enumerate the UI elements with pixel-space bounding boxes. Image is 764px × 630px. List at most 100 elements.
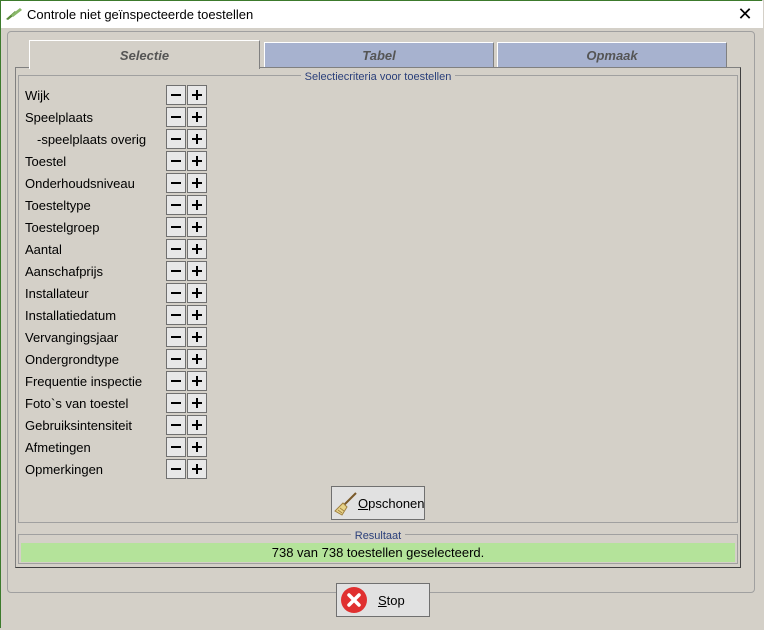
remove-criterion-button[interactable] bbox=[166, 261, 186, 281]
criteria-label: Installateur bbox=[25, 286, 89, 301]
criteria-row: Installateur bbox=[25, 282, 225, 304]
criteria-row: Aanschafprijs bbox=[25, 260, 225, 282]
criteria-row: Gebruiksintensiteit bbox=[25, 414, 225, 436]
criteria-row: Installatiedatum bbox=[25, 304, 225, 326]
tab-label: Tabel bbox=[362, 48, 396, 63]
remove-criterion-button[interactable] bbox=[166, 459, 186, 479]
title-bar[interactable]: Controle niet geïnspecteerde toestellen … bbox=[1, 1, 763, 28]
plus-icon bbox=[192, 376, 202, 386]
minus-icon bbox=[171, 226, 181, 228]
add-criterion-button[interactable] bbox=[187, 371, 207, 391]
add-criterion-button[interactable] bbox=[187, 107, 207, 127]
remove-criterion-button[interactable] bbox=[166, 349, 186, 369]
criteria-label: Frequentie inspectie bbox=[25, 374, 143, 389]
add-criterion-button[interactable] bbox=[187, 151, 207, 171]
plus-icon bbox=[192, 90, 202, 100]
remove-criterion-button[interactable] bbox=[166, 393, 186, 413]
remove-criterion-button[interactable] bbox=[166, 371, 186, 391]
plus-icon bbox=[192, 464, 202, 474]
criteria-label: Aantal bbox=[25, 242, 62, 257]
result-bar: 738 van 738 toestellen geselecteerd. bbox=[21, 543, 735, 562]
tab-tabel[interactable]: Tabel bbox=[264, 42, 494, 68]
remove-criterion-button[interactable] bbox=[166, 173, 186, 193]
result-text: 738 van 738 toestellen geselecteerd. bbox=[271, 545, 485, 560]
add-criterion-button[interactable] bbox=[187, 283, 207, 303]
remove-criterion-button[interactable] bbox=[166, 415, 186, 435]
result-groupbox: Resultaat 738 van 738 toestellen geselec… bbox=[18, 530, 738, 564]
criteria-label: Aanschafprijs bbox=[25, 264, 104, 279]
plus-icon bbox=[192, 244, 202, 254]
tab-opmaak[interactable]: Opmaak bbox=[497, 42, 727, 68]
plus-icon bbox=[192, 398, 202, 408]
stop-button[interactable]: Stop bbox=[336, 583, 430, 617]
add-criterion-button[interactable] bbox=[187, 129, 207, 149]
tab-selectie[interactable]: Selectie bbox=[29, 40, 260, 69]
plus-icon bbox=[192, 156, 202, 166]
add-criterion-button[interactable] bbox=[187, 173, 207, 193]
remove-criterion-button[interactable] bbox=[166, 437, 186, 457]
plus-icon bbox=[192, 112, 202, 122]
add-criterion-button[interactable] bbox=[187, 305, 207, 325]
remove-criterion-button[interactable] bbox=[166, 305, 186, 325]
app-icon bbox=[6, 8, 22, 20]
client-area: Selectie Tabel Opmaak Selectiecriteria v… bbox=[1, 28, 763, 629]
add-criterion-button[interactable] bbox=[187, 195, 207, 215]
add-criterion-button[interactable] bbox=[187, 85, 207, 105]
criteria-label: Foto`s van toestel bbox=[25, 396, 129, 411]
criteria-row: Toesteltype bbox=[25, 194, 225, 216]
plus-icon bbox=[192, 222, 202, 232]
add-criterion-button[interactable] bbox=[187, 327, 207, 347]
minus-icon bbox=[171, 402, 181, 404]
tab-label: Selectie bbox=[119, 47, 170, 63]
remove-criterion-button[interactable] bbox=[166, 151, 186, 171]
minus-icon bbox=[171, 314, 181, 316]
opschonen-label: Opschonen bbox=[358, 496, 425, 511]
add-criterion-button[interactable] bbox=[187, 393, 207, 413]
minus-icon bbox=[171, 292, 181, 294]
add-criterion-button[interactable] bbox=[187, 261, 207, 281]
criteria-row: Toestelgroep bbox=[25, 216, 225, 238]
add-criterion-button[interactable] bbox=[187, 437, 207, 457]
minus-icon bbox=[171, 204, 181, 206]
remove-criterion-button[interactable] bbox=[166, 283, 186, 303]
remove-criterion-button[interactable] bbox=[166, 195, 186, 215]
minus-icon bbox=[171, 358, 181, 360]
criteria-label: Vervangingsjaar bbox=[25, 330, 119, 345]
criteria-caption: Selectiecriteria voor toestellen bbox=[300, 71, 456, 83]
criteria-label: -speelplaats overig bbox=[37, 132, 147, 147]
criteria-label: Ondergrondtype bbox=[25, 352, 119, 367]
criteria-label: Installatiedatum bbox=[25, 308, 117, 323]
add-criterion-button[interactable] bbox=[187, 217, 207, 237]
criteria-row: Foto`s van toestel bbox=[25, 392, 225, 414]
remove-criterion-button[interactable] bbox=[166, 217, 186, 237]
add-criterion-button[interactable] bbox=[187, 459, 207, 479]
plus-icon bbox=[192, 178, 202, 188]
plus-icon bbox=[192, 354, 202, 364]
criteria-label: Gebruiksintensiteit bbox=[25, 418, 132, 433]
close-button[interactable]: ✕ bbox=[727, 1, 763, 28]
add-criterion-button[interactable] bbox=[187, 415, 207, 435]
criteria-label: Speelplaats bbox=[25, 110, 93, 125]
criteria-label: Toesteltype bbox=[25, 198, 91, 213]
criteria-row: Ondergrondtype bbox=[25, 348, 225, 370]
criteria-row: Wijk bbox=[25, 84, 225, 106]
minus-icon bbox=[171, 270, 181, 272]
add-criterion-button[interactable] bbox=[187, 239, 207, 259]
remove-criterion-button[interactable] bbox=[166, 85, 186, 105]
plus-icon bbox=[192, 266, 202, 276]
remove-criterion-button[interactable] bbox=[166, 239, 186, 259]
criteria-row: Opmerkingen bbox=[25, 458, 225, 480]
criteria-label: Onderhoudsniveau bbox=[25, 176, 135, 191]
window-title: Controle niet geïnspecteerde toestellen bbox=[27, 7, 254, 22]
minus-icon bbox=[171, 138, 181, 140]
opschonen-button[interactable]: Opschonen bbox=[331, 486, 425, 520]
remove-criterion-button[interactable] bbox=[166, 129, 186, 149]
add-criterion-button[interactable] bbox=[187, 349, 207, 369]
remove-criterion-button[interactable] bbox=[166, 107, 186, 127]
stop-label: Stop bbox=[378, 593, 405, 608]
remove-criterion-button[interactable] bbox=[166, 327, 186, 347]
minus-icon bbox=[171, 468, 181, 470]
minus-icon bbox=[171, 336, 181, 338]
plus-icon bbox=[192, 288, 202, 298]
plus-icon bbox=[192, 332, 202, 342]
